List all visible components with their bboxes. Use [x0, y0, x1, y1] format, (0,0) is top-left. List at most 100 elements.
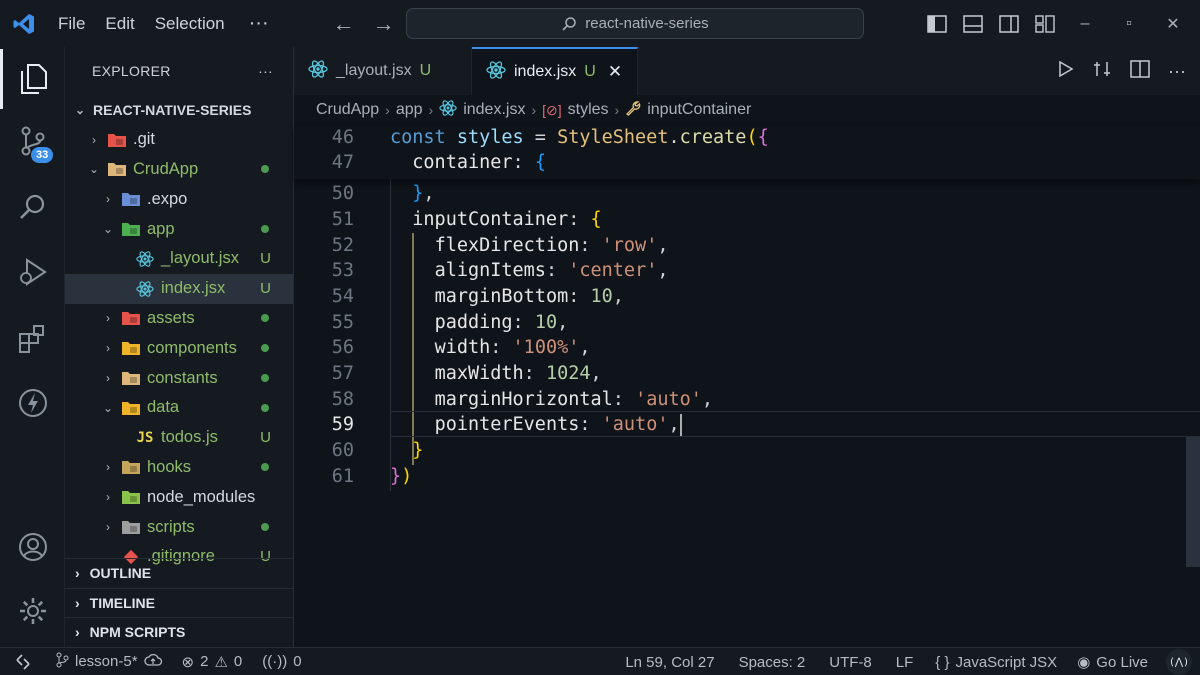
breadcrumb-item[interactable]: CrudApp	[316, 101, 379, 119]
chevron-right-icon: ›	[385, 102, 390, 118]
code-token: :	[612, 389, 636, 410]
react-icon	[308, 59, 328, 84]
account-icon[interactable]	[0, 517, 65, 577]
go-live-button[interactable]: ◉ Go Live	[1067, 653, 1158, 672]
remote-indicator-icon[interactable]	[0, 648, 45, 675]
code-token: ,	[657, 260, 669, 281]
react-icon	[439, 99, 457, 122]
source-control-icon[interactable]	[0, 111, 65, 171]
code-token: 'row'	[601, 235, 658, 256]
tree-item[interactable]: › assets	[65, 304, 293, 334]
tree-item[interactable]: ⌄ data	[65, 393, 293, 423]
node-folder-icon	[121, 488, 141, 506]
sync-cloud-icon[interactable]	[143, 653, 162, 671]
back-arrow-icon[interactable]: ←	[333, 11, 355, 37]
forward-arrow-icon[interactable]: →	[373, 11, 395, 37]
tree-item-label: .git	[133, 130, 156, 149]
minimize-icon[interactable]: –	[1070, 15, 1100, 33]
menu-selection[interactable]: Selection	[145, 0, 235, 47]
tree-item[interactable]: › components	[65, 333, 293, 363]
thunder-client-icon[interactable]	[0, 373, 65, 433]
tree-item[interactable]: JS todos.js U	[65, 423, 293, 453]
code-token: }	[412, 183, 424, 204]
extensions-icon[interactable]	[0, 309, 65, 369]
code-token: =	[534, 127, 558, 148]
end-of-line[interactable]: LF	[884, 654, 926, 671]
tree-item[interactable]: ⌄ app	[65, 214, 293, 244]
section-outline[interactable]: › OUTLINE	[65, 558, 294, 588]
explorer-more-button[interactable]: ···	[258, 63, 273, 79]
command-center-search[interactable]: react-native-series	[406, 8, 864, 39]
editor-actions: ···	[1056, 47, 1186, 95]
tree-item[interactable]: › scripts	[65, 512, 293, 542]
run-file-icon[interactable]	[1056, 60, 1074, 83]
close-window-icon[interactable]: ✕	[1158, 14, 1188, 34]
tab-layout-jsx[interactable]: _layout.jsx U	[294, 47, 472, 95]
tab-label: _layout.jsx	[336, 62, 412, 79]
code-line: 46 const styles = StyleSheet.create({	[294, 125, 1200, 151]
menu-more-button[interactable]: ···	[235, 0, 283, 47]
tree-item[interactable]: › .expo	[65, 184, 293, 214]
indentation[interactable]: Spaces: 2	[727, 654, 818, 671]
toggle-panel-icon[interactable]	[962, 13, 984, 35]
section-npm-scripts[interactable]: › NPM SCRIPTS	[65, 617, 294, 647]
tab-index-jsx[interactable]: index.jsx U ✕	[472, 47, 638, 95]
compare-changes-icon[interactable]	[1092, 59, 1112, 84]
close-tab-icon[interactable]: ✕	[608, 62, 622, 82]
run-debug-icon[interactable]	[0, 242, 65, 302]
language-mode[interactable]: { } JavaScript JSX	[925, 654, 1067, 671]
git-branch[interactable]: lesson-5*	[45, 652, 172, 672]
code-token: const	[390, 127, 457, 148]
search-view-icon[interactable]	[0, 177, 65, 237]
code-token: StyleSheet	[557, 127, 669, 148]
toggle-primary-sidebar-icon[interactable]	[926, 13, 948, 35]
tree-item[interactable]: › hooks	[65, 453, 293, 483]
explorer-icon[interactable]	[0, 49, 65, 109]
code-text: marginBottom: 10,	[390, 284, 624, 310]
line-number: 54	[331, 286, 354, 307]
code-token: alignItems	[434, 260, 546, 281]
breadcrumb-item[interactable]: inputContainer	[647, 101, 751, 119]
code-line: 50 },	[294, 181, 1200, 207]
line-number: 51	[331, 209, 354, 230]
workspace-root[interactable]: ⌄ REACT-NATIVE-SERIES	[65, 95, 293, 125]
more-actions-icon[interactable]: ···	[1168, 61, 1186, 82]
tree-item[interactable]: index.jsx U	[65, 273, 293, 304]
expo-folder-icon	[121, 190, 141, 208]
line-number: 46	[331, 127, 354, 148]
tree-item[interactable]: › node_modules	[65, 482, 293, 512]
code-token: }	[412, 440, 424, 461]
editor-scrollbar[interactable]	[1186, 437, 1200, 567]
menu-file[interactable]: File	[48, 0, 95, 47]
breadcrumb-item[interactable]: app	[396, 101, 423, 119]
tree-item[interactable]: _layout.jsx U	[65, 244, 293, 274]
branch-name: lesson-5*	[75, 653, 138, 670]
toggle-secondary-sidebar-icon[interactable]	[998, 13, 1020, 35]
code-token: :	[579, 235, 602, 256]
encoding[interactable]: UTF-8	[817, 654, 884, 671]
chevron-right-icon: ›	[428, 102, 434, 118]
problems-indicator[interactable]: ⊗ 2 ⚠ 0	[172, 653, 253, 671]
maximize-icon[interactable]: ▫	[1114, 15, 1144, 33]
tree-item[interactable]: › constants	[65, 363, 293, 393]
section-timeline[interactable]: › TIMELINE	[65, 587, 294, 618]
breadcrumb-item[interactable]: index.jsx	[463, 101, 525, 119]
split-editor-icon[interactable]	[1130, 59, 1150, 83]
tree-item-label: todos.js	[161, 428, 218, 447]
code-editor[interactable]: 46 const styles = StyleSheet.create({47 c…	[294, 125, 1200, 647]
git-status-dot	[261, 463, 269, 472]
tree-item[interactable]: › .git	[65, 125, 293, 155]
ports-indicator[interactable]: ((·)) 0	[252, 653, 311, 670]
customize-layout-icon[interactable]	[1034, 13, 1056, 35]
navigation-arrows: ← →	[333, 11, 395, 37]
breadcrumb-item[interactable]: styles	[568, 101, 609, 119]
menu-edit[interactable]: Edit	[95, 0, 144, 47]
settings-gear-icon[interactable]	[0, 581, 65, 641]
code-token: (	[746, 127, 758, 148]
code-text: inputContainer: {	[390, 207, 601, 233]
tree-item-label: index.jsx	[161, 279, 226, 298]
cursor-position[interactable]: Ln 59, Col 27	[613, 654, 726, 671]
tree-item[interactable]: ⌄ CrudApp	[65, 155, 293, 185]
